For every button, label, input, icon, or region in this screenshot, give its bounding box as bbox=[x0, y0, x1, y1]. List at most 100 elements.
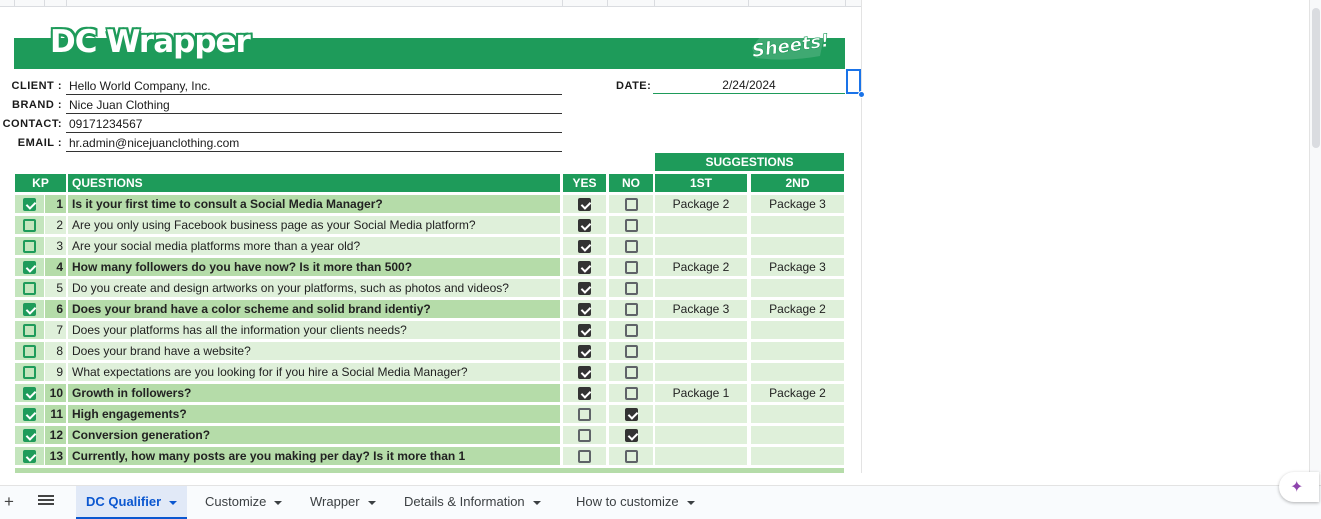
question-text[interactable]: Does your brand have a website? bbox=[68, 342, 560, 360]
kp-checkbox[interactable] bbox=[23, 366, 36, 379]
no-cell[interactable] bbox=[609, 195, 653, 213]
no-cell[interactable] bbox=[609, 300, 653, 318]
question-text[interactable]: Does your platforms has all the informat… bbox=[68, 321, 560, 339]
kp-cell[interactable] bbox=[15, 384, 44, 402]
yes-checkbox[interactable] bbox=[578, 450, 591, 463]
first-suggestion-cell[interactable] bbox=[655, 363, 747, 381]
first-suggestion-cell[interactable] bbox=[655, 237, 747, 255]
selection-fill-handle[interactable] bbox=[858, 91, 865, 98]
yes-cell[interactable] bbox=[563, 384, 606, 402]
question-text[interactable]: Do you create and design artworks on you… bbox=[68, 279, 560, 297]
yes-checkbox[interactable] bbox=[578, 261, 591, 274]
selected-cell[interactable] bbox=[846, 69, 861, 94]
second-suggestion-cell[interactable] bbox=[751, 426, 844, 444]
sheet-tab[interactable]: DC Qualifier bbox=[76, 486, 188, 519]
question-text[interactable]: Is it your first time to consult a Socia… bbox=[68, 195, 560, 213]
no-checkbox[interactable] bbox=[624, 198, 638, 211]
kp-cell[interactable] bbox=[15, 363, 44, 381]
first-suggestion-cell[interactable]: Package 3 bbox=[655, 300, 747, 318]
kp-checkbox[interactable] bbox=[23, 282, 36, 295]
client-info-value[interactable]: Hello World Company, Inc. bbox=[66, 79, 562, 95]
second-suggestion-cell[interactable] bbox=[751, 342, 844, 360]
no-checkbox[interactable] bbox=[624, 408, 638, 421]
no-cell[interactable] bbox=[609, 384, 653, 402]
yes-checkbox[interactable] bbox=[578, 324, 591, 337]
sheet-tab[interactable]: Customize bbox=[195, 486, 292, 519]
no-cell[interactable] bbox=[609, 237, 653, 255]
no-cell[interactable] bbox=[609, 321, 653, 339]
sheet-tab[interactable]: Wrapper bbox=[300, 486, 386, 519]
yes-cell[interactable] bbox=[563, 237, 606, 255]
yes-cell[interactable] bbox=[563, 447, 606, 465]
yes-cell[interactable] bbox=[563, 342, 606, 360]
question-text[interactable]: Are your social media platforms more tha… bbox=[68, 237, 560, 255]
yes-checkbox[interactable] bbox=[578, 366, 591, 379]
client-info-value[interactable]: Nice Juan Clothing bbox=[66, 98, 562, 114]
kp-checkbox[interactable] bbox=[23, 324, 36, 337]
kp-checkbox[interactable] bbox=[23, 303, 36, 316]
second-suggestion-cell[interactable] bbox=[751, 363, 844, 381]
yes-cell[interactable] bbox=[563, 426, 606, 444]
no-checkbox[interactable] bbox=[624, 261, 638, 274]
question-text[interactable]: Currently, how many posts are you making… bbox=[68, 447, 560, 465]
no-checkbox[interactable] bbox=[624, 303, 638, 316]
kp-checkbox[interactable] bbox=[23, 261, 36, 274]
no-checkbox[interactable] bbox=[624, 219, 638, 232]
no-cell[interactable] bbox=[609, 405, 653, 423]
chevron-down-icon[interactable] bbox=[169, 500, 178, 505]
yes-checkbox[interactable] bbox=[578, 387, 591, 400]
question-text[interactable]: Growth in followers? bbox=[68, 384, 560, 402]
yes-cell[interactable] bbox=[563, 258, 606, 276]
question-text[interactable]: What expectations are you looking for if… bbox=[68, 363, 560, 381]
second-suggestion-cell[interactable] bbox=[751, 447, 844, 465]
question-text[interactable]: Are you only using Facebook business pag… bbox=[68, 216, 560, 234]
scrollbar-thumb[interactable] bbox=[1312, 8, 1320, 148]
no-cell[interactable] bbox=[609, 363, 653, 381]
client-info-value[interactable]: hr.admin@nicejuanclothing.com bbox=[66, 136, 562, 152]
no-cell[interactable] bbox=[609, 447, 653, 465]
second-suggestion-cell[interactable] bbox=[751, 321, 844, 339]
no-checkbox[interactable] bbox=[624, 387, 638, 400]
chevron-down-icon[interactable] bbox=[274, 500, 283, 505]
first-suggestion-cell[interactable] bbox=[655, 279, 747, 297]
sheet-tab[interactable]: Details & Information bbox=[394, 486, 551, 519]
kp-checkbox[interactable] bbox=[23, 450, 36, 463]
yes-checkbox[interactable] bbox=[578, 240, 591, 253]
kp-cell[interactable] bbox=[15, 258, 44, 276]
chevron-down-icon[interactable] bbox=[532, 500, 541, 505]
kp-checkbox[interactable] bbox=[23, 240, 36, 253]
kp-cell[interactable] bbox=[15, 405, 44, 423]
all-sheets-menu-icon[interactable] bbox=[38, 493, 54, 509]
kp-cell[interactable] bbox=[15, 216, 44, 234]
second-suggestion-cell[interactable] bbox=[751, 237, 844, 255]
second-suggestion-cell[interactable]: Package 2 bbox=[751, 384, 844, 402]
yes-checkbox[interactable] bbox=[578, 198, 591, 211]
column-header-strip[interactable] bbox=[0, 0, 861, 7]
second-suggestion-cell[interactable] bbox=[751, 405, 844, 423]
first-suggestion-cell[interactable] bbox=[655, 342, 747, 360]
first-suggestion-cell[interactable]: Package 1 bbox=[655, 384, 747, 402]
no-cell[interactable] bbox=[609, 426, 653, 444]
second-suggestion-cell[interactable]: Package 3 bbox=[751, 195, 844, 213]
date-value[interactable]: 2/24/2024 bbox=[653, 78, 845, 94]
sheet-tab[interactable]: How to customize bbox=[566, 486, 705, 519]
no-checkbox[interactable] bbox=[624, 366, 638, 379]
yes-cell[interactable] bbox=[563, 405, 606, 423]
yes-checkbox[interactable] bbox=[578, 429, 591, 442]
no-checkbox[interactable] bbox=[624, 450, 638, 463]
question-text[interactable]: How many followers do you have now? Is i… bbox=[68, 258, 560, 276]
vertical-scrollbar[interactable] bbox=[1309, 0, 1321, 473]
no-cell[interactable] bbox=[609, 279, 653, 297]
no-checkbox[interactable] bbox=[624, 282, 638, 295]
kp-checkbox[interactable] bbox=[23, 219, 36, 232]
yes-cell[interactable] bbox=[563, 216, 606, 234]
yes-checkbox[interactable] bbox=[578, 408, 591, 421]
no-checkbox[interactable] bbox=[624, 240, 638, 253]
kp-checkbox[interactable] bbox=[23, 429, 36, 442]
yes-checkbox[interactable] bbox=[578, 345, 591, 358]
kp-cell[interactable] bbox=[15, 237, 44, 255]
first-suggestion-cell[interactable]: Package 2 bbox=[655, 258, 747, 276]
chevron-down-icon[interactable] bbox=[367, 500, 376, 505]
first-suggestion-cell[interactable] bbox=[655, 216, 747, 234]
yes-cell[interactable] bbox=[563, 300, 606, 318]
